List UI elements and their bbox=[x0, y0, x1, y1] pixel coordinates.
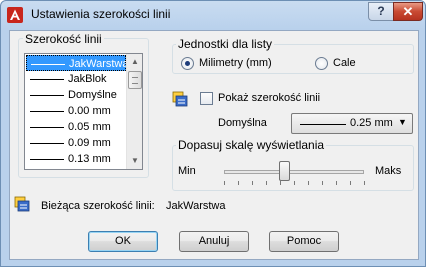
lineweight-sample bbox=[30, 95, 64, 96]
help-title-button[interactable]: ? bbox=[368, 2, 394, 21]
list-item-label: 0.09 mm bbox=[68, 137, 111, 149]
lineweight-sample bbox=[30, 159, 64, 160]
lineweight-sample bbox=[30, 111, 64, 112]
dialog-window: Ustawienia szerokości linii ? ✕ Szerokoś… bbox=[0, 0, 426, 267]
current-lineweight-label: Bieżąca szerokość linii: bbox=[41, 200, 155, 212]
list-item[interactable]: 0.05 mm bbox=[26, 119, 126, 135]
lineweights-group-title: Szerokość linii bbox=[23, 32, 104, 46]
units-group-title: Jednostki dla listy bbox=[176, 37, 275, 51]
scale-min-label: Min bbox=[178, 165, 196, 177]
show-lineweight-label[interactable]: Pokaż szerokość linii bbox=[218, 92, 320, 104]
current-lineweight-icon bbox=[14, 196, 30, 212]
close-button[interactable]: ✕ bbox=[393, 2, 423, 21]
lineweight-list[interactable]: JakWarstwa JakBlok Domyślne 0.00 mm 0.05… bbox=[24, 53, 143, 170]
slider-tick bbox=[308, 181, 309, 185]
scroll-up-arrow-icon[interactable]: ▲ bbox=[127, 54, 142, 70]
chevron-down-icon: ▼ bbox=[398, 117, 407, 127]
cancel-button[interactable]: Anuluj bbox=[179, 231, 249, 252]
list-item[interactable]: JakBlok bbox=[26, 71, 126, 87]
slider-tick bbox=[252, 181, 253, 185]
default-lineweight-label: Domyślna bbox=[218, 117, 267, 129]
units-mm-label[interactable]: Milimetry (mm) bbox=[199, 57, 272, 69]
lineweight-sample bbox=[30, 143, 64, 144]
list-item[interactable]: JakWarstwa bbox=[26, 55, 129, 71]
current-lineweight-value: JakWarstwa bbox=[166, 200, 226, 212]
lineweight-sample bbox=[30, 79, 64, 80]
slider-tick bbox=[266, 181, 267, 185]
slider-tick bbox=[280, 181, 281, 185]
slider-tick bbox=[224, 181, 225, 185]
default-lineweight-combo[interactable]: 0.25 mm ▼ bbox=[291, 113, 413, 134]
slider-tick bbox=[322, 181, 323, 185]
title-bar[interactable]: Ustawienia szerokości linii ? ✕ bbox=[1, 1, 425, 29]
list-item-label: 0.00 mm bbox=[68, 105, 111, 117]
slider-tick bbox=[294, 181, 295, 185]
list-scrollbar[interactable]: ▲ ▼ bbox=[126, 54, 142, 169]
show-lineweight-checkbox[interactable] bbox=[200, 92, 213, 105]
window-title: Ustawienia szerokości linii bbox=[31, 7, 171, 21]
help-button[interactable]: Pomoc bbox=[269, 231, 339, 252]
list-item-label: 0.05 mm bbox=[68, 121, 111, 133]
display-scale-slider-track[interactable] bbox=[224, 170, 364, 174]
lineweight-sample bbox=[30, 127, 64, 128]
list-item[interactable]: Domyślne bbox=[26, 87, 126, 103]
display-scale-group-title: Dopasuj skalę wyświetlania bbox=[176, 138, 327, 152]
units-inch-label[interactable]: Cale bbox=[333, 57, 356, 69]
list-item[interactable]: 0.13 mm bbox=[26, 151, 126, 167]
units-mm-radio[interactable] bbox=[181, 57, 194, 70]
scroll-down-arrow-icon[interactable]: ▼ bbox=[127, 153, 142, 169]
dialog-body: Szerokość linii JakWarstwa JakBlok Domyś… bbox=[9, 30, 419, 260]
slider-tick bbox=[364, 181, 365, 185]
scale-max-label: Maks bbox=[375, 165, 402, 177]
units-inch-radio[interactable] bbox=[315, 57, 328, 70]
lineweight-sample bbox=[300, 124, 346, 125]
ok-button[interactable]: OK bbox=[88, 231, 158, 252]
autocad-icon bbox=[7, 7, 23, 23]
lineweight-sample bbox=[31, 64, 65, 65]
list-item-label: JakWarstwa bbox=[69, 58, 129, 70]
lineweight-settings-icon bbox=[172, 91, 188, 107]
default-lineweight-value: 0.25 mm bbox=[350, 117, 393, 129]
slider-tick bbox=[350, 181, 351, 185]
list-item-label: JakBlok bbox=[68, 73, 107, 85]
list-item-label: Domyślne bbox=[68, 89, 117, 101]
slider-tick bbox=[336, 181, 337, 185]
display-scale-slider-thumb[interactable] bbox=[279, 161, 290, 181]
slider-tick bbox=[238, 181, 239, 185]
scroll-thumb[interactable] bbox=[128, 71, 142, 89]
list-item[interactable]: 0.09 mm bbox=[26, 135, 126, 151]
list-item[interactable]: 0.00 mm bbox=[26, 103, 126, 119]
list-item-label: 0.13 mm bbox=[68, 153, 111, 165]
